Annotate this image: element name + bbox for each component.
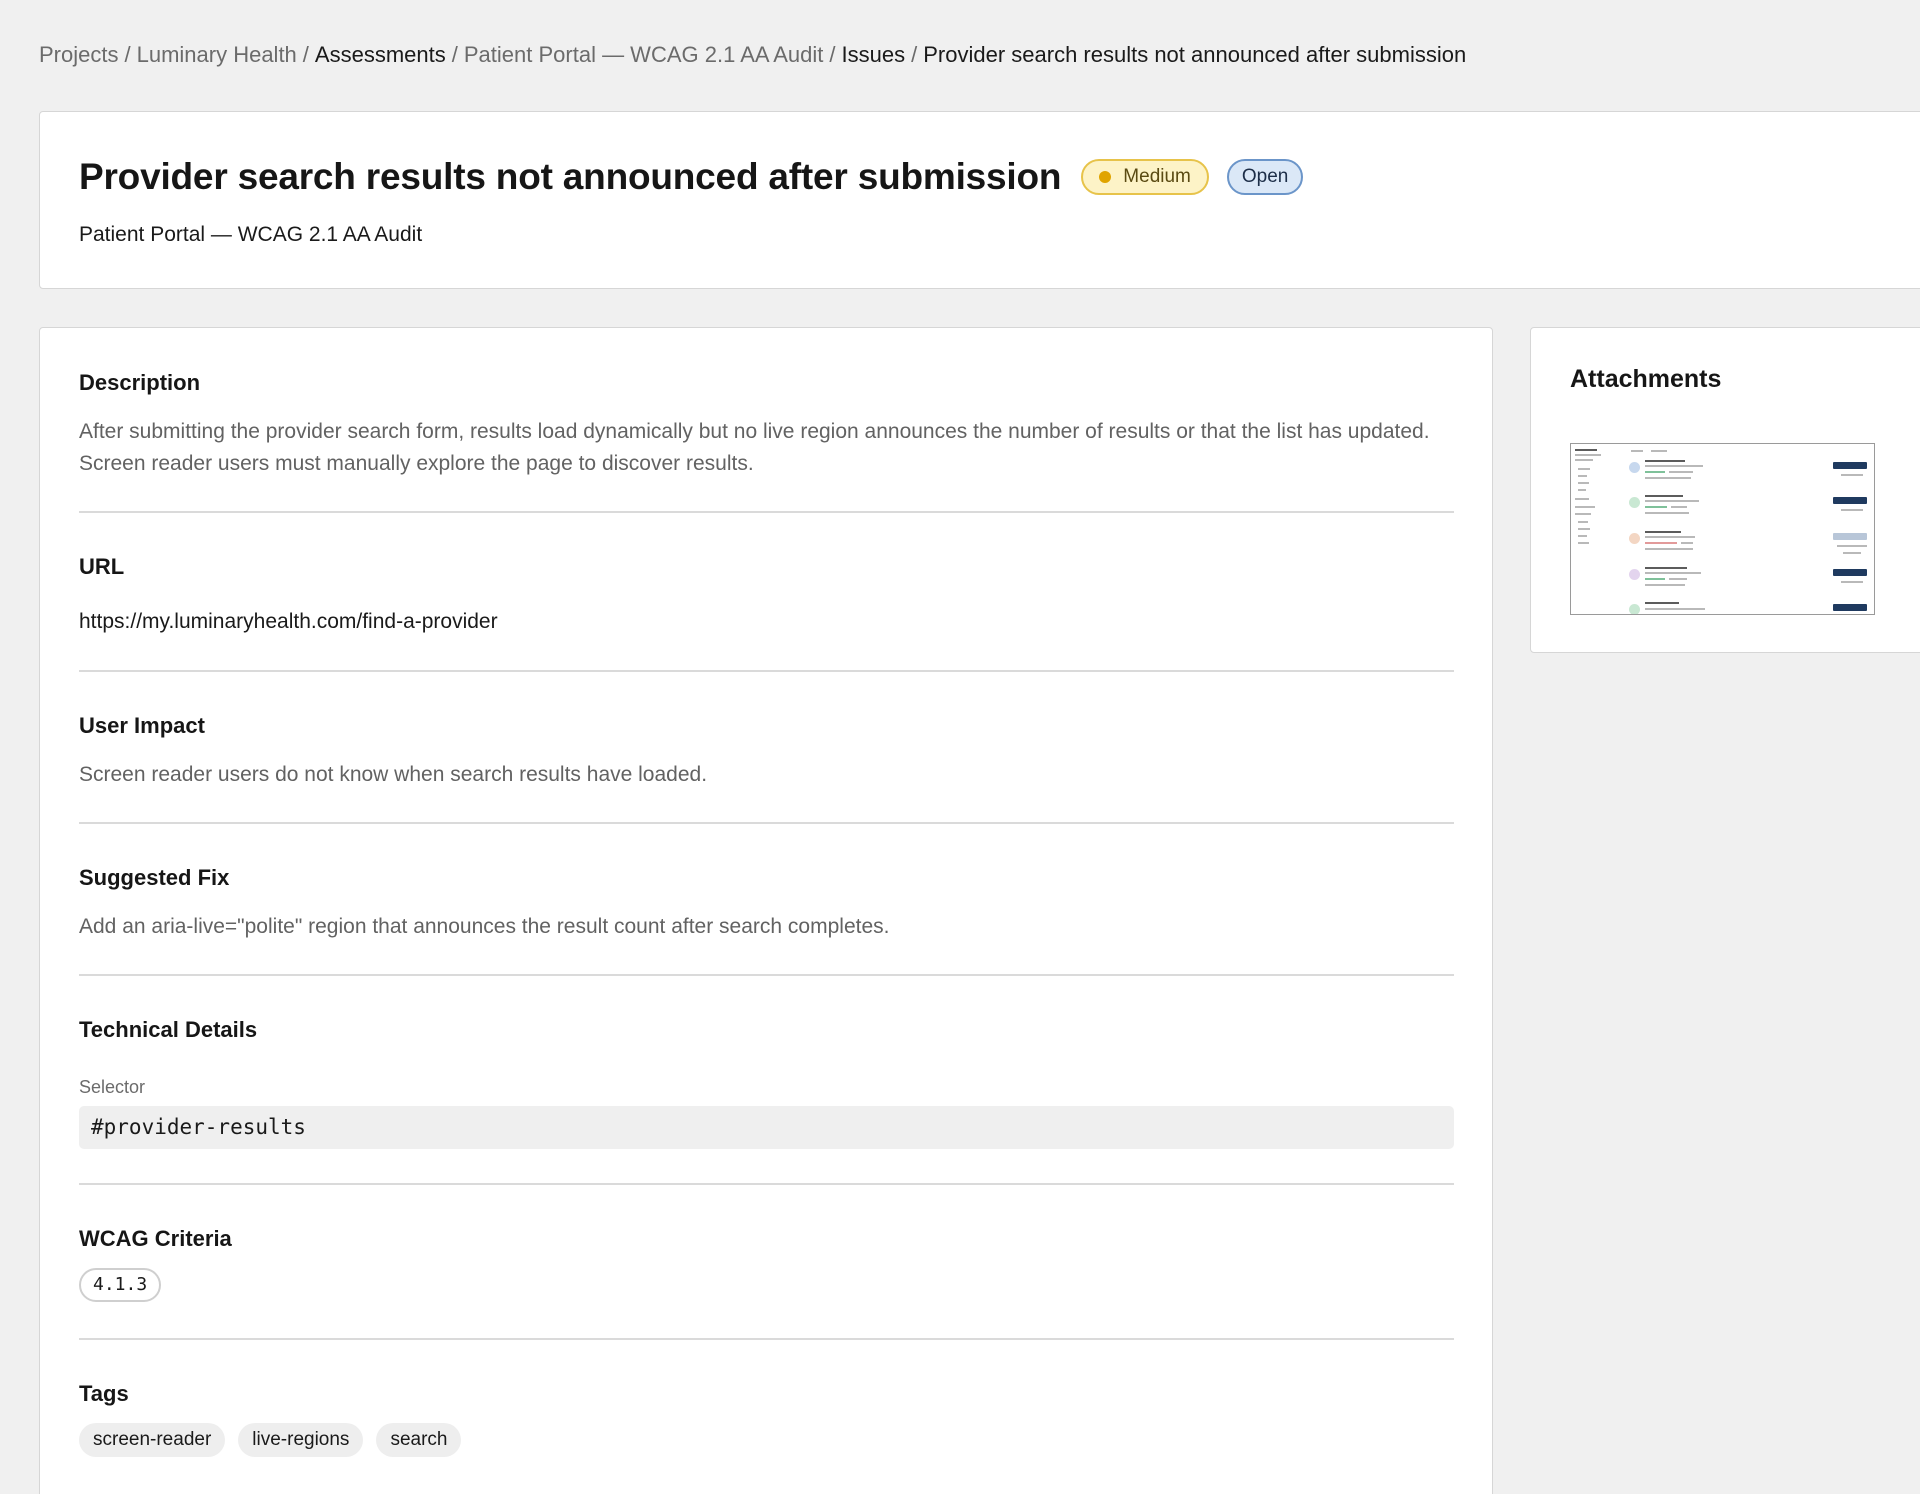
breadcrumb-separator: / <box>829 42 836 67</box>
issue-detail-page: Projects / Luminary Health / Assessments / Pat… <box>0 0 1920 1494</box>
suggested-fix-text: Add an aria-live="polite" region that an… <box>79 915 890 938</box>
wcag-criterion-chip[interactable]: 4.1.3 <box>79 1268 162 1302</box>
issue-title: Provider search results not announced af… <box>79 156 1062 197</box>
breadcrumb-separator: / <box>124 42 131 67</box>
issue-title-row: Provider search results not announced af… <box>79 156 1304 198</box>
breadcrumb-separator: / <box>911 42 918 67</box>
breadcrumb: Projects / Luminary Health / Assessments / Pat… <box>39 42 1466 68</box>
attachments-heading: Attachments <box>1570 365 1722 393</box>
tag-list: screen-reader live-regions search <box>79 1423 1454 1457</box>
breadcrumb-patient-portal-audit[interactable]: Patient Portal — WCAG 2.1 AA Audit <box>464 42 824 67</box>
tags-heading: Tags <box>79 1381 129 1406</box>
section-divider <box>79 511 1454 513</box>
breadcrumb-projects[interactable]: Projects <box>39 42 118 67</box>
user-impact-heading: User Impact <box>79 713 205 738</box>
tag-chip-search[interactable]: search <box>376 1423 462 1457</box>
selector-label: Selector <box>79 1077 146 1097</box>
suggested-fix-heading: Suggested Fix <box>79 865 230 890</box>
issue-header-card: Provider search results not announced af… <box>39 111 1920 289</box>
status-badge: Open <box>1226 159 1304 195</box>
section-divider <box>79 974 1454 976</box>
user-impact-section: User Impact Screen reader users do not k… <box>79 713 1454 791</box>
issue-details-card: Description After submitting the provide… <box>39 327 1493 1494</box>
suggested-fix-section: Suggested Fix Add an aria-live="polite" … <box>79 865 1454 943</box>
user-impact-text: Screen reader users do not know when sea… <box>79 763 708 786</box>
description-text: After submitting the provider search for… <box>79 420 1430 475</box>
section-divider <box>79 670 1454 672</box>
section-divider <box>79 822 1454 824</box>
tag-chip-screen-reader[interactable]: screen-reader <box>79 1423 226 1457</box>
wcag-criteria-heading: WCAG Criteria <box>79 1226 232 1251</box>
selector-code-block: #provider-results <box>79 1106 1454 1149</box>
issue-assessment-name: Patient Portal — WCAG 2.1 AA Audit <box>79 223 423 246</box>
attachment-thumbnail[interactable] <box>1570 443 1875 615</box>
description-section: Description After submitting the provide… <box>79 370 1454 480</box>
severity-badge: Medium <box>1081 159 1209 195</box>
section-divider <box>79 1338 1454 1340</box>
tag-chip-live-regions[interactable]: live-regions <box>238 1423 364 1457</box>
description-heading: Description <box>79 370 201 395</box>
url-text[interactable]: https://my.luminaryhealth.com/find-a-pro… <box>79 606 1454 638</box>
breadcrumb-current-issue: Provider search results not announced af… <box>923 42 1467 67</box>
severity-label: Medium <box>1123 166 1191 187</box>
breadcrumb-issues[interactable]: Issues <box>842 42 906 67</box>
breadcrumb-luminary-health[interactable]: Luminary Health <box>137 42 297 67</box>
technical-details-heading: Technical Details <box>79 1017 258 1042</box>
breadcrumb-assessments[interactable]: Assessments <box>315 42 446 67</box>
technical-details-section: Technical Details Selector #provider-res… <box>79 1017 1454 1149</box>
status-label: Open <box>1241 166 1289 187</box>
url-section: URL https://my.luminaryhealth.com/find-a… <box>79 554 1454 638</box>
attachments-card: Attachments <box>1530 327 1920 653</box>
severity-dot-icon <box>1099 171 1112 183</box>
section-divider <box>79 1183 1454 1185</box>
wcag-criteria-section: WCAG Criteria 4.1.3 <box>79 1226 1454 1302</box>
breadcrumb-separator: / <box>451 42 458 67</box>
tags-section: Tags screen-reader live-regions search <box>79 1381 1454 1457</box>
breadcrumb-separator: / <box>302 42 309 67</box>
url-heading: URL <box>79 554 125 579</box>
